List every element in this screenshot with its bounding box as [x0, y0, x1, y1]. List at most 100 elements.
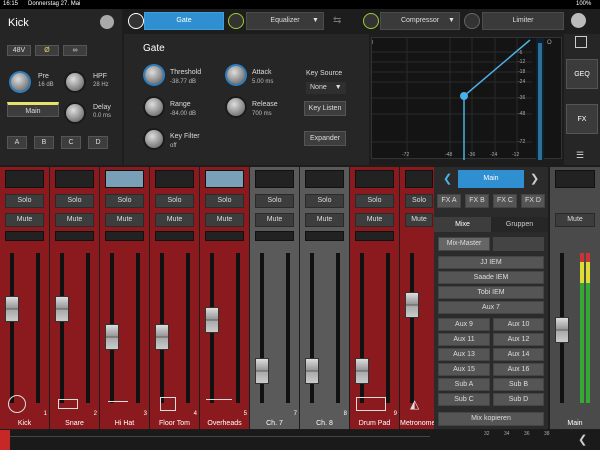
aux-button[interactable]: Aux 13: [438, 348, 490, 361]
fader-handle[interactable]: [355, 358, 369, 384]
solo-button[interactable]: Solo: [305, 194, 344, 208]
dynamics-thumbnail[interactable]: [255, 231, 294, 241]
fader-handle[interactable]: [155, 324, 169, 350]
mix-list-item[interactable]: JJ IEM: [438, 256, 544, 269]
release-knob[interactable]: [227, 98, 245, 116]
delay-knob[interactable]: [66, 104, 84, 122]
mix-copy-button[interactable]: Mix kopieren: [438, 412, 544, 426]
assign-b-button[interactable]: B: [34, 136, 54, 149]
dynamics-thumbnail[interactable]: [105, 231, 144, 241]
fader-handle[interactable]: [5, 296, 19, 322]
dynamics-thumbnail[interactable]: [5, 231, 44, 241]
tab-gate[interactable]: Gate: [144, 12, 224, 30]
expander-button[interactable]: Expander: [304, 131, 346, 146]
chevron-left-icon[interactable]: ❮: [443, 172, 452, 185]
fader-handle[interactable]: [255, 358, 269, 384]
mute-button[interactable]: Mute: [105, 213, 144, 227]
mute-button[interactable]: Mute: [305, 213, 344, 227]
attack-knob[interactable]: [227, 66, 245, 84]
fader-handle[interactable]: [205, 307, 219, 333]
range-knob[interactable]: [145, 98, 163, 116]
main-mix-button[interactable]: Main: [458, 170, 524, 188]
assign-c-button[interactable]: C: [61, 136, 81, 149]
assign-a-button[interactable]: A: [7, 136, 27, 149]
main-eq-thumbnail[interactable]: [555, 170, 595, 188]
solo-button[interactable]: Solo: [105, 194, 144, 208]
copy-icon[interactable]: [575, 36, 587, 48]
settings-gear-icon[interactable]: [571, 13, 586, 28]
main-mute-button[interactable]: Mute: [555, 213, 595, 227]
gear-icon[interactable]: [100, 15, 114, 29]
chevron-down-icon[interactable]: ▼: [312, 17, 319, 24]
mute-button[interactable]: Mute: [255, 213, 294, 227]
keysource-select[interactable]: None ▼: [306, 82, 346, 94]
mute-button[interactable]: Mute: [5, 213, 44, 227]
aux-button[interactable]: Aux 12: [493, 333, 544, 346]
assign-d-button[interactable]: D: [88, 136, 108, 149]
swap-arrows-icon[interactable]: ⇆: [333, 15, 341, 26]
solo-button[interactable]: Solo: [5, 194, 44, 208]
solo-button[interactable]: Solo: [55, 194, 94, 208]
solo-button[interactable]: Solo: [205, 194, 244, 208]
keyfilter-knob[interactable]: [145, 130, 163, 148]
eq-thumbnail[interactable]: [105, 170, 144, 188]
fader-handle[interactable]: [405, 292, 419, 318]
mute-button[interactable]: Mute: [355, 213, 394, 227]
unknown-button[interactable]: [493, 237, 544, 251]
list-icon[interactable]: ☰: [576, 150, 584, 161]
eq-thumbnail[interactable]: [405, 170, 433, 188]
output-button[interactable]: Main: [7, 102, 59, 117]
tab-mixes[interactable]: Mixe: [434, 217, 491, 232]
eq-power-icon[interactable]: [228, 13, 244, 29]
aux-button[interactable]: Aux 10: [493, 318, 544, 331]
dynamics-thumbnail[interactable]: [55, 231, 94, 241]
fx-a-button[interactable]: FX A: [437, 194, 461, 208]
mute-button[interactable]: Mute: [405, 213, 433, 227]
eq-thumbnail[interactable]: [155, 170, 194, 188]
main-fader-handle[interactable]: [555, 317, 569, 343]
solo-button[interactable]: Solo: [255, 194, 294, 208]
polarity-button[interactable]: Ø: [35, 45, 59, 56]
gate-curve-graph[interactable]: I -6 -12 -18 -24 -36 -48 -72 O -72 -48 -…: [371, 37, 562, 160]
chevron-left-icon[interactable]: ❮: [578, 433, 587, 446]
phantom-button[interactable]: 48V: [7, 45, 31, 56]
solo-button[interactable]: Solo: [355, 194, 394, 208]
pre-knob[interactable]: [11, 73, 29, 91]
dynamics-thumbnail[interactable]: [305, 231, 344, 241]
tab-groups[interactable]: Gruppen: [491, 217, 548, 232]
fx-d-button[interactable]: FX D: [521, 194, 545, 208]
mix-list-item[interactable]: Aux 7: [438, 301, 544, 314]
dynamics-thumbnail[interactable]: [205, 231, 244, 241]
sub-button[interactable]: Sub A: [438, 378, 490, 391]
eq-thumbnail[interactable]: [205, 170, 244, 188]
keylisten-button[interactable]: Key Listen: [304, 101, 346, 116]
eq-thumbnail[interactable]: [255, 170, 294, 188]
aux-button[interactable]: Aux 9: [438, 318, 490, 331]
sub-button[interactable]: Sub D: [493, 393, 544, 406]
eq-thumbnail[interactable]: [305, 170, 344, 188]
fx-button[interactable]: FX: [566, 104, 598, 134]
geq-button[interactable]: GEQ: [566, 59, 598, 89]
chevron-right-icon[interactable]: ❯: [530, 172, 539, 185]
aux-button[interactable]: Aux 14: [493, 348, 544, 361]
dynamics-thumbnail[interactable]: [355, 231, 394, 241]
solo-button[interactable]: Solo: [405, 194, 433, 208]
fader-handle[interactable]: [305, 358, 319, 384]
aux-button[interactable]: Aux 11: [438, 333, 490, 346]
dynamics-thumbnail[interactable]: [155, 231, 194, 241]
limiter-power-icon[interactable]: [464, 13, 480, 29]
hpf-knob[interactable]: [66, 73, 84, 91]
tab-limiter[interactable]: Limiter: [482, 12, 564, 30]
fx-c-button[interactable]: FX C: [493, 194, 517, 208]
fx-b-button[interactable]: FX B: [465, 194, 489, 208]
mix-list-item[interactable]: Saade IEM: [438, 271, 544, 284]
mix-master-button[interactable]: Mix-Master: [438, 237, 490, 251]
fader-handle[interactable]: [105, 324, 119, 350]
mute-button[interactable]: Mute: [155, 213, 194, 227]
mix-list-item[interactable]: Tobi IEM: [438, 286, 544, 299]
mute-button[interactable]: Mute: [205, 213, 244, 227]
sub-button[interactable]: Sub C: [438, 393, 490, 406]
chevron-down-icon[interactable]: ▼: [448, 17, 455, 24]
eq-thumbnail[interactable]: [5, 170, 44, 188]
fader-handle[interactable]: [55, 296, 69, 322]
